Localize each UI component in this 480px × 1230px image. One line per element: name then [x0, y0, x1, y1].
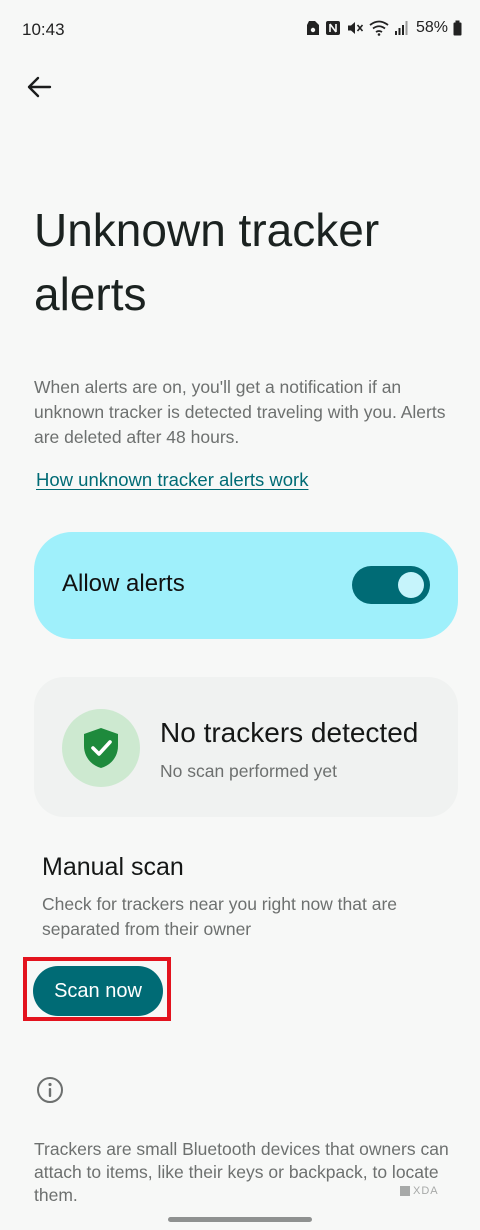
page-description: When alerts are on, you'll get a notific… [34, 377, 446, 447]
manual-scan-description: Check for trackers near you right now th… [42, 894, 398, 939]
gesture-navigation-bar[interactable] [168, 1217, 312, 1222]
manual-scan-title: Manual scan [42, 853, 184, 881]
xda-logo-icon [400, 1186, 410, 1196]
toggle-knob [398, 572, 424, 598]
shield-badge [62, 709, 140, 787]
nfc-icon [325, 21, 340, 35]
save-icon [306, 21, 319, 35]
help-link[interactable]: How unknown tracker alerts work [36, 469, 308, 491]
scan-now-button[interactable]: Scan now [33, 966, 163, 1016]
allow-alerts-card[interactable]: Allow alerts [34, 532, 458, 639]
status-subtitle: No scan performed yet [160, 761, 338, 781]
page-title: Unknown tracker alerts [34, 204, 380, 320]
signal-icon [394, 21, 408, 35]
shield-check-icon [84, 728, 118, 768]
mute-icon [347, 22, 364, 34]
status-bar: 10:43 58% [0, 0, 480, 60]
info-text: Trackers are small Bluetooth devices tha… [34, 1139, 449, 1205]
back-button[interactable] [22, 70, 56, 104]
status-icons: 58% [306, 19, 462, 37]
allow-alerts-label: Allow alerts [62, 570, 185, 597]
tracker-status-card: No trackers detected No scan performed y… [34, 677, 458, 817]
info-icon [37, 1077, 63, 1103]
wifi-icon [369, 20, 389, 36]
status-title: No trackers detected [160, 717, 419, 748]
status-time: 10:43 [22, 20, 65, 39]
watermark-text: XDA [413, 1185, 439, 1197]
allow-alerts-toggle[interactable] [352, 566, 430, 604]
watermark: XDA [400, 1185, 439, 1197]
battery-percent: 58% [415, 19, 448, 36]
arrow-left-icon [27, 76, 52, 98]
battery-icon [453, 20, 462, 36]
